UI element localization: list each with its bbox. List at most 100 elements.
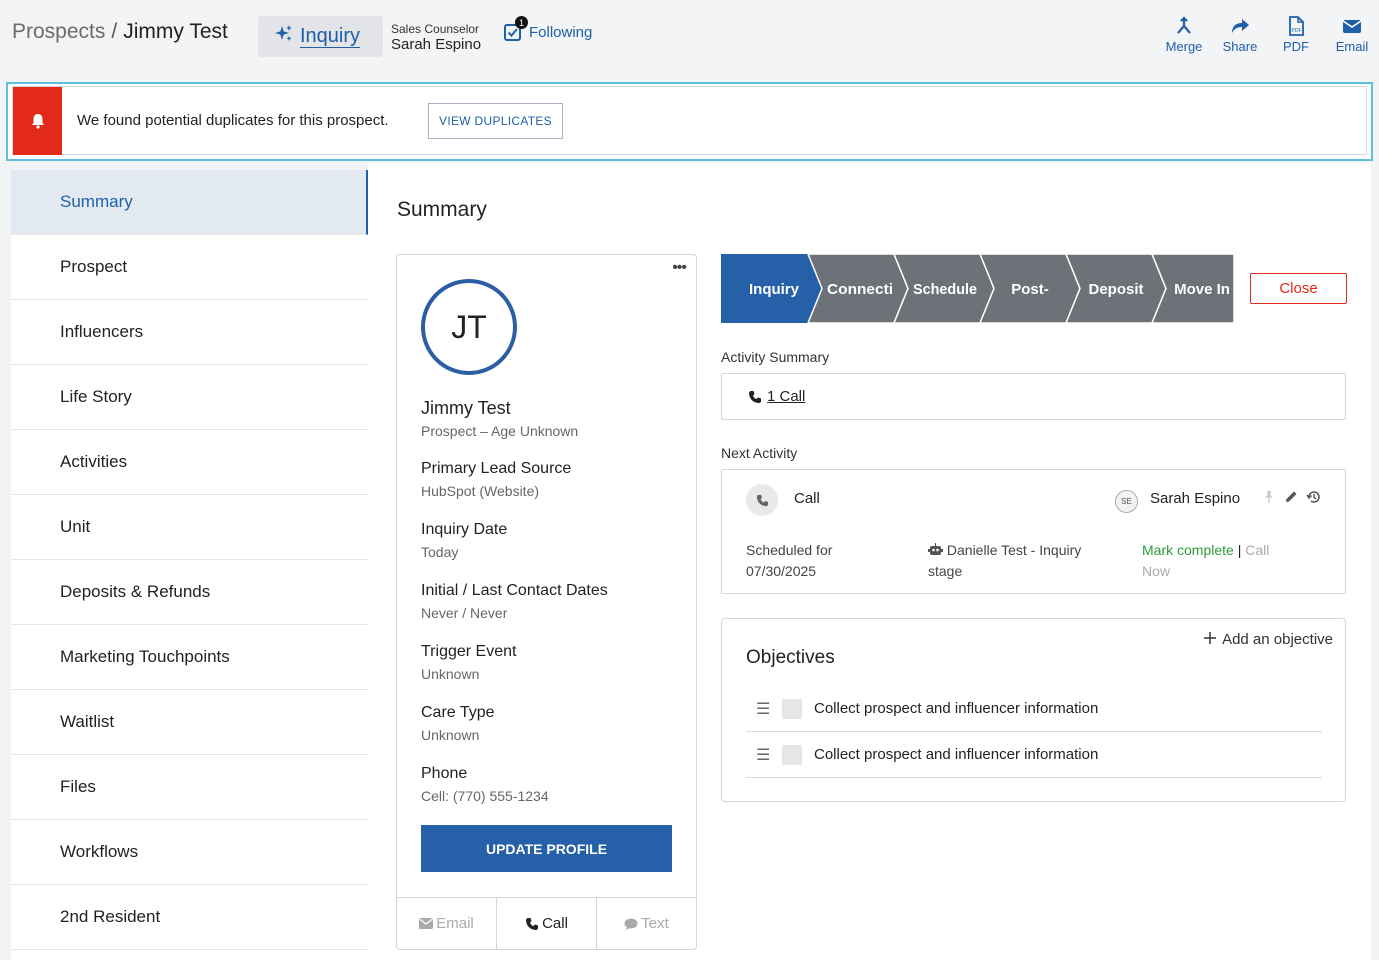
call-now-link-cont[interactable]: Now <box>1142 561 1312 582</box>
stage-label-schedule: Schedule <box>913 281 977 298</box>
email-icon <box>1342 20 1362 33</box>
objectives-card: Objectives Add an objective ☰ Collect pr… <box>721 618 1346 802</box>
scheduled-value: 07/30/2025 <box>746 563 817 579</box>
main-content: Summary ••• JT Jimmy Test Prospect – Age… <box>368 163 1371 960</box>
share-button[interactable]: Share <box>1221 16 1259 54</box>
duplicate-alert-message: We found potential duplicates for this p… <box>77 112 389 129</box>
share-label: Share <box>1222 39 1258 54</box>
contact-text-button[interactable]: Text <box>597 898 696 949</box>
breadcrumb-prospects-link[interactable]: Prospects <box>12 20 105 44</box>
stage-chip-label: Inquiry <box>300 25 361 48</box>
field-phone: Phone Cell: (770) 555-1234 <box>421 765 549 804</box>
following-count-badge: 1 <box>515 16 528 29</box>
stage-chip[interactable]: Inquiry <box>258 16 383 57</box>
scheduled-label: Scheduled for <box>746 542 833 558</box>
field-value: HubSpot (Website) <box>421 483 540 499</box>
objective-text: Collect prospect and influencer informat… <box>814 746 1099 763</box>
stage-label-post: Post- <box>1011 281 1049 298</box>
more-options-icon[interactable]: ••• <box>672 259 687 277</box>
prospect-name: Jimmy Test <box>421 398 511 418</box>
pin-icon[interactable] <box>1262 490 1276 504</box>
field-inquiry-date: Inquiry Date Today <box>421 521 507 560</box>
stage-progress-bar: Inquiry Connecti Schedule Post- Deposit … <box>721 254 1234 323</box>
workflow-name-cont: stage <box>928 563 963 579</box>
update-profile-button[interactable]: UPDATE PROFILE <box>421 825 672 872</box>
workflow-source: Danielle Test - Inquiry stage <box>928 540 1118 582</box>
field-primary-lead-source: Primary Lead Source HubSpot (Website) <box>421 460 571 499</box>
prospect-subtitle: Prospect – Age Unknown <box>421 423 579 439</box>
checkbox-icon: 1 <box>503 16 528 42</box>
add-objective-label: Add an objective <box>1222 631 1333 648</box>
next-activity-type: Call <box>794 490 820 507</box>
add-objective-button[interactable]: Add an objective <box>1204 631 1333 648</box>
field-label: Phone <box>421 765 468 782</box>
field-label: Care Type <box>421 704 495 721</box>
contact-email-button[interactable]: Email <box>397 898 497 949</box>
sidebar-item-unit[interactable]: Unit <box>11 495 368 560</box>
mark-complete-link[interactable]: Mark complete <box>1142 542 1234 558</box>
field-value: Cell: (770) 555-1234 <box>421 788 549 804</box>
sidebar-item-deposits-refunds[interactable]: Deposits & Refunds <box>11 560 368 625</box>
share-icon <box>1232 19 1249 33</box>
field-label: Inquiry Date <box>421 521 508 538</box>
profile-card: ••• JT Jimmy Test Prospect – Age Unknown… <box>396 254 697 950</box>
pdf-label: PDF <box>1283 39 1309 54</box>
view-duplicates-button[interactable]: VIEW DUPLICATES <box>428 103 563 139</box>
sidebar-item-2nd-resident[interactable]: 2nd Resident <box>11 885 368 950</box>
stage-label-move-in: Move In <box>1174 281 1230 298</box>
sales-counselor-label: Sales Counselor <box>391 22 480 36</box>
breadcrumb-separator: / <box>111 20 118 43</box>
owner-avatar: SE <box>1115 490 1138 513</box>
activity-summary-label: Activity Summary <box>721 349 830 365</box>
drag-handle-icon[interactable]: ☰ <box>746 745 776 765</box>
sidebar-item-waitlist[interactable]: Waitlist <box>11 690 368 755</box>
sidebar-item-activities[interactable]: Activities <box>11 430 368 495</box>
next-activity-owner: Sarah Espino <box>1150 490 1241 507</box>
sidebar-item-prospect[interactable]: Prospect <box>11 235 368 300</box>
stage-label-connection: Connecti <box>827 281 893 298</box>
duplicate-alert-highlight: We found potential duplicates for this p… <box>6 82 1373 161</box>
objective-checkbox[interactable] <box>782 698 802 719</box>
contact-call-label: Call <box>542 915 568 932</box>
objective-row: ☰ Collect prospect and influencer inform… <box>746 686 1322 732</box>
sales-counselor-name[interactable]: Sarah Espino <box>391 36 481 53</box>
objective-row: ☰ Collect prospect and influencer inform… <box>746 732 1322 778</box>
call-now-link[interactable]: Call <box>1245 542 1269 558</box>
activity-call-count-link[interactable]: 1 Call <box>767 388 805 405</box>
field-value: Never / Never <box>421 605 508 621</box>
sparkle-icon <box>274 24 294 50</box>
next-activity-actions <box>1262 490 1321 504</box>
contact-text-label: Text <box>641 915 669 932</box>
field-care-type: Care Type Unknown <box>421 704 495 743</box>
pencil-icon[interactable] <box>1284 490 1298 504</box>
drag-handle-icon[interactable]: ☰ <box>746 699 776 719</box>
email-button[interactable]: Email <box>1333 16 1371 54</box>
email-label: Email <box>1335 39 1369 54</box>
stage-label-inquiry: Inquiry <box>749 281 800 298</box>
following-toggle[interactable]: 1 Following <box>503 16 592 42</box>
next-activity-card: Call SE Sarah Espino Scheduled for 07/30… <box>721 469 1346 594</box>
field-label: Initial / Last Contact Dates <box>421 582 608 599</box>
history-icon[interactable] <box>1306 490 1321 504</box>
phone-icon <box>749 390 761 403</box>
merge-button[interactable]: Merge <box>1165 16 1203 54</box>
contact-call-button[interactable]: Call <box>497 898 597 949</box>
next-activity-label: Next Activity <box>721 445 798 461</box>
sidebar-item-life-story[interactable]: Life Story <box>11 365 368 430</box>
field-label: Primary Lead Source <box>421 460 572 477</box>
objective-checkbox[interactable] <box>782 744 802 765</box>
next-activity-links: Mark complete | Call Now <box>1142 540 1312 582</box>
pdf-button[interactable]: PDF PDF <box>1277 16 1315 54</box>
sidebar-item-files[interactable]: Files <box>11 755 368 820</box>
sidebar-item-marketing-touchpoints[interactable]: Marketing Touchpoints <box>11 625 368 690</box>
objectives-title: Objectives <box>746 647 835 668</box>
sidebar-item-summary[interactable]: Summary <box>11 170 368 235</box>
header-actions: Merge Share PDF PDF Email <box>1165 16 1371 54</box>
close-prospect-button[interactable]: Close <box>1250 273 1347 304</box>
sidebar-item-workflows[interactable]: Workflows <box>11 820 368 885</box>
bell-icon <box>13 87 62 155</box>
pdf-icon: PDF <box>1289 16 1304 36</box>
sidebar-item-influencers[interactable]: Influencers <box>11 300 368 365</box>
contact-email-label: Email <box>436 915 474 932</box>
stage-label-deposit: Deposit <box>1088 281 1143 298</box>
